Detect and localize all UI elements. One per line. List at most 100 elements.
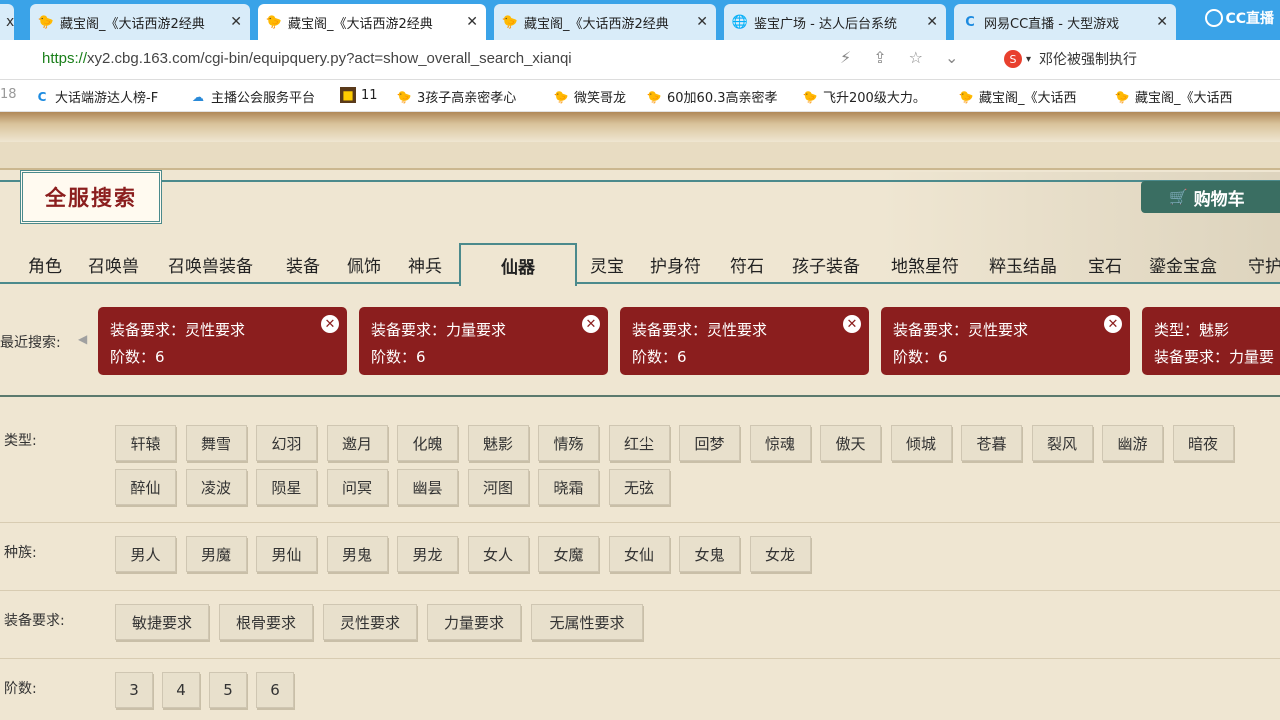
filter-chip-requirement[interactable]: 力量要求 xyxy=(427,604,521,640)
tab-child-equip[interactable]: 孩子装备 xyxy=(792,252,860,277)
browser-tab[interactable]: x xyxy=(0,4,14,40)
filter-chip-type[interactable]: 傲天 xyxy=(820,425,881,461)
close-icon[interactable]: ✕ xyxy=(321,315,339,333)
cart-button[interactable]: 🛒 购物车 xyxy=(1141,181,1280,213)
filter-chip-type[interactable]: 幽昙 xyxy=(397,469,458,505)
filter-chip-requirement[interactable]: 敏捷要求 xyxy=(115,604,209,640)
tab-gold-box[interactable]: 鎏金宝盒 xyxy=(1149,252,1217,277)
filter-chip-race[interactable]: 男人 xyxy=(115,536,176,572)
tab-summon-equip[interactable]: 召唤兽装备 xyxy=(168,252,253,277)
filter-chip-type[interactable]: 倾城 xyxy=(890,425,952,461)
browser-tab[interactable]: 🌐 鉴宝广场 - 达人后台系统 ✕ xyxy=(724,4,946,40)
bookmark-item[interactable]: 🐤 60加60.3高亲密孝 xyxy=(646,87,778,107)
filter-chip-tier[interactable]: 3 xyxy=(115,672,153,708)
bookmark-item[interactable]: 🐤 3孩子高亲密孝心 xyxy=(396,87,517,107)
chevron-down-icon[interactable]: ⌄ xyxy=(945,48,958,67)
close-icon[interactable]: ✕ xyxy=(1104,315,1122,333)
browser-tab-active[interactable]: 🐤 藏宝阁_《大话西游2经典 ✕ xyxy=(258,4,486,40)
filter-chip-type[interactable]: 回梦 xyxy=(679,425,740,461)
filter-chip-type[interactable]: 暗夜 xyxy=(1172,425,1234,461)
star-icon[interactable]: ☆ xyxy=(909,48,923,67)
filter-chip-race[interactable]: 女龙 xyxy=(749,536,811,572)
tab-star-rune[interactable]: 地煞星符 xyxy=(891,252,959,277)
tab-xianqi-active[interactable]: 仙器 xyxy=(459,243,577,286)
lightning-icon[interactable]: ⚡ xyxy=(840,48,851,67)
bookmark-item[interactable]: C 大话端游达人榜-F xyxy=(34,87,159,107)
tab-divine-weapon[interactable]: 神兵 xyxy=(408,252,442,277)
close-icon[interactable]: x xyxy=(6,14,14,30)
close-icon[interactable]: ✕ xyxy=(843,315,861,333)
recent-search-card[interactable]: 类型：魅影 装备要求：力量要 xyxy=(1142,307,1280,375)
bookmark-item[interactable]: 🐤 藏宝阁_《大话西 xyxy=(958,87,1077,107)
tab-amulet[interactable]: 护身符 xyxy=(650,252,701,277)
bookmark-item[interactable]: 🐤 藏宝阁_《大话西 xyxy=(1114,87,1233,107)
bookmark-item[interactable]: ■ 11 xyxy=(340,87,378,103)
tab-rune[interactable]: 符石 xyxy=(730,252,764,277)
close-icon[interactable]: ✕ xyxy=(926,14,938,30)
filter-chip-type[interactable]: 幻羽 xyxy=(256,425,317,461)
recent-search-card[interactable]: 装备要求：灵性要求 阶数：6 ✕ xyxy=(98,307,347,375)
url-field[interactable]: https://xy2.cbg.163.com/cgi-bin/equipque… xyxy=(42,50,572,67)
filter-chip-type[interactable]: 醉仙 xyxy=(115,469,176,505)
bookmark-item[interactable]: ☁ 主播公会服务平台 xyxy=(190,87,315,107)
bookmark-item[interactable]: 🐤 飞升200级大力。 xyxy=(802,87,926,107)
tab-lingbao[interactable]: 灵宝 xyxy=(590,252,624,277)
filter-chip-race[interactable]: 女人 xyxy=(467,536,529,572)
filter-chip-race[interactable]: 男龙 xyxy=(397,536,458,572)
arrow-left-icon[interactable]: ◀ xyxy=(78,332,87,346)
filter-chip-type[interactable]: 问冥 xyxy=(326,469,388,505)
filter-chip-type[interactable]: 轩辕 xyxy=(115,425,176,461)
filter-chip-type[interactable]: 邀月 xyxy=(326,425,388,461)
recent-search-card[interactable]: 装备要求：力量要求 阶数：6 ✕ xyxy=(359,307,608,375)
filter-chip-tier[interactable]: 4 xyxy=(162,672,200,708)
filter-chip-tier[interactable]: 5 xyxy=(209,672,247,708)
filter-chip-race[interactable]: 女鬼 xyxy=(679,536,740,572)
filter-chip-type[interactable]: 凌波 xyxy=(185,469,247,505)
filter-chip-race[interactable]: 女魔 xyxy=(538,536,599,572)
filter-chip-type[interactable]: 苍暮 xyxy=(961,425,1022,461)
filter-chip-requirement[interactable]: 无属性要求 xyxy=(531,604,643,640)
filter-chip-requirement[interactable]: 根骨要求 xyxy=(219,604,313,640)
filter-chip-type[interactable]: 陨星 xyxy=(256,469,317,505)
recent-search-card[interactable]: 装备要求：灵性要求 阶数：6 ✕ xyxy=(881,307,1130,375)
filter-chip-type[interactable]: 红尘 xyxy=(608,425,670,461)
tab-summon[interactable]: 召唤兽 xyxy=(88,252,139,277)
tab-jade-crystal[interactable]: 粹玉结晶 xyxy=(989,252,1057,277)
filter-chip-type[interactable]: 惊魂 xyxy=(749,425,811,461)
address-bar[interactable]: https://xy2.cbg.163.com/cgi-bin/equipque… xyxy=(0,40,1280,80)
chevron-down-icon[interactable]: ▾ xyxy=(1026,54,1031,65)
tab-gem[interactable]: 宝石 xyxy=(1088,252,1122,277)
filter-chip-race[interactable]: 女仙 xyxy=(608,536,670,572)
filter-chip-requirement[interactable]: 灵性要求 xyxy=(323,604,417,640)
browser-tab[interactable]: 🐤 藏宝阁_《大话西游2经典 ✕ xyxy=(494,4,716,40)
close-icon[interactable]: ✕ xyxy=(230,14,242,30)
filter-chip-type[interactable]: 裂风 xyxy=(1031,425,1093,461)
browser-tab[interactable]: C 网易CC直播 - 大型游戏 ✕ xyxy=(954,4,1176,40)
filter-chip-type[interactable]: 化魄 xyxy=(397,425,458,461)
filter-chip-type[interactable]: 情殇 xyxy=(538,425,599,461)
filter-chip-type[interactable]: 晓霜 xyxy=(538,469,599,505)
filter-chip-race[interactable]: 男仙 xyxy=(256,536,317,572)
filter-chip-tier[interactable]: 6 xyxy=(256,672,294,708)
close-icon[interactable]: ✕ xyxy=(696,14,708,30)
filter-chip-race[interactable]: 男魔 xyxy=(185,536,247,572)
filter-chip-type[interactable]: 魅影 xyxy=(467,425,529,461)
filter-chip-type[interactable]: 河图 xyxy=(467,469,529,505)
browser-tab[interactable]: 🐤 藏宝阁_《大话西游2经典 ✕ xyxy=(30,4,250,40)
tab-equip[interactable]: 装备 xyxy=(286,252,320,277)
filter-chip-type[interactable]: 舞雪 xyxy=(185,425,247,461)
bookmark-item[interactable]: 18 xyxy=(0,87,17,102)
close-icon[interactable]: ✕ xyxy=(1156,14,1168,30)
recent-search-card[interactable]: 装备要求：灵性要求 阶数：6 ✕ xyxy=(620,307,869,375)
close-icon[interactable]: ✕ xyxy=(466,14,478,30)
close-icon[interactable]: ✕ xyxy=(582,315,600,333)
cc-live-logo[interactable]: CC直播 xyxy=(1205,8,1274,28)
filter-chip-type[interactable]: 无弦 xyxy=(608,469,670,505)
filter-chip-race[interactable]: 男鬼 xyxy=(326,536,388,572)
share-icon[interactable]: ⇪ xyxy=(873,48,886,67)
bookmark-item[interactable]: 🐤 微笑哥龙 xyxy=(553,87,627,107)
tab-guard[interactable]: 守护 xyxy=(1248,252,1280,277)
filter-chip-type[interactable]: 幽游 xyxy=(1102,425,1163,461)
search-engine-box[interactable]: S ▾ 邓伦被强制执行 xyxy=(1004,49,1137,69)
tab-accessory[interactable]: 佩饰 xyxy=(347,252,381,277)
